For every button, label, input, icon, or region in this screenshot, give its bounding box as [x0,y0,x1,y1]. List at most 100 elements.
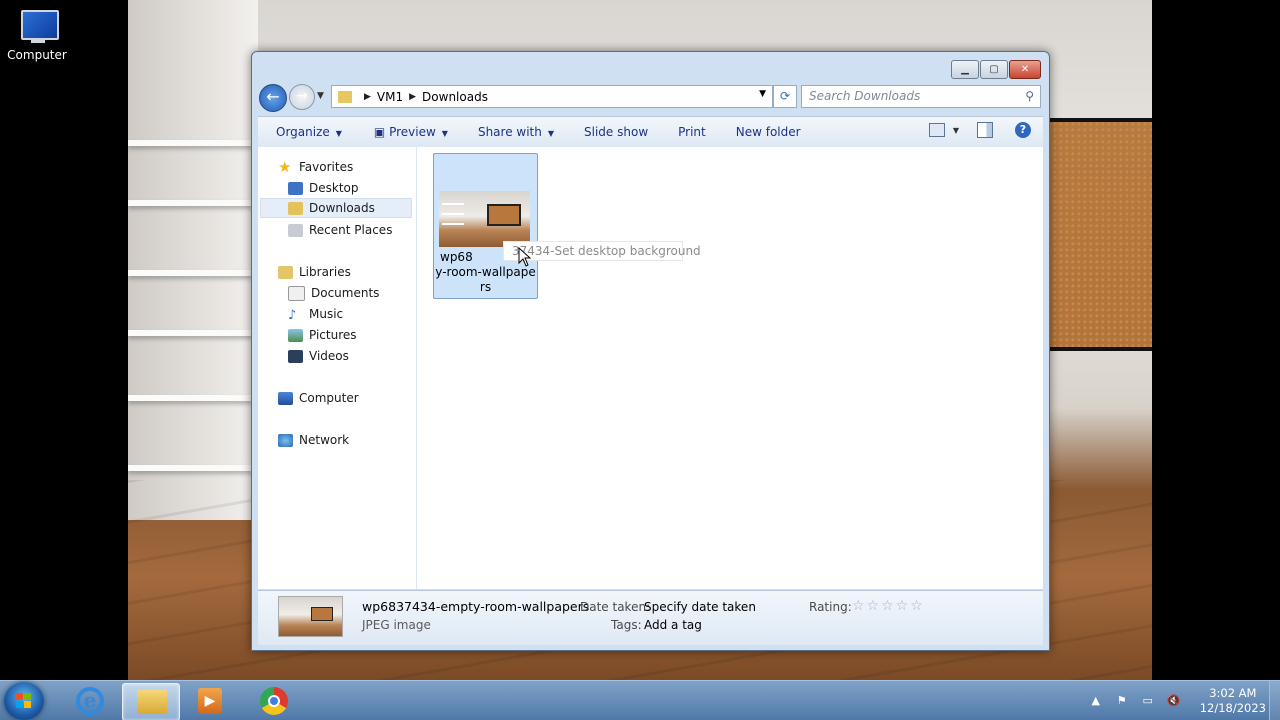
clock-date: 12/18/2023 [1199,701,1266,715]
forward-button[interactable]: → [289,84,315,110]
downloads-folder-icon [288,201,303,215]
image-icon: ▣ [373,125,390,139]
taskbar-chrome[interactable] [246,683,302,719]
print-button[interactable]: Print [678,125,706,139]
nav-favorites[interactable]: ★ Favorites [278,157,353,177]
clock[interactable]: 3:02 AM 12/18/2023 [1200,686,1266,716]
taskbar-internet-explorer[interactable]: e [62,683,118,719]
title-bar[interactable]: ▁ ▢ ✕ [252,52,1049,88]
libraries-icon [278,265,293,279]
navigation-pane: ★ Favorites Desktop Downloads Recent Plac… [258,147,417,589]
rating-label: Rating: [809,600,852,614]
explorer-window: ▁ ▢ ✕ ← → ▼ ▶ VM1 ▶ Downloads ▼ ⟳ Search… [251,51,1050,651]
show-hidden-icons-icon[interactable]: ▲ [1088,693,1104,709]
folder-icon [338,90,352,103]
clock-time: 3:02 AM [1209,686,1257,700]
details-pane: wp6837434-empty-room-wallpapers JPEG ima… [258,590,1043,645]
breadcrumb-vm1[interactable]: VM1 [377,90,403,104]
navigation-row: ← → ▼ ▶ VM1 ▶ Downloads ▼ ⟳ Search Downl… [258,84,1043,112]
system-tray: ▲ ⚑ ▭ 🔇 3:02 AM 12/18/2023 [1088,681,1270,720]
file-list[interactable]: wp68 y-room-wallpape rs 37434-Set deskto… [417,147,1043,589]
nav-libraries[interactable]: Libraries [278,262,351,282]
mouse-cursor-icon [518,247,532,267]
desktop-computer-label: Computer [7,48,67,62]
start-button[interactable] [4,682,44,720]
tags-label: Tags: [611,618,642,632]
preview-button[interactable]: ▣ Preview ▼ [374,125,448,139]
nav-videos[interactable]: Videos [288,346,349,366]
chrome-icon [260,687,288,715]
back-button[interactable]: ← [259,84,287,112]
nav-network[interactable]: Network [278,430,349,450]
details-file-type: JPEG image [362,618,431,632]
image-thumbnail [439,191,530,247]
action-center-icon[interactable]: ⚑ [1114,693,1130,709]
nav-documents[interactable]: Documents [288,283,379,303]
star-icon: ★ [278,158,292,176]
rating-stars[interactable]: ☆☆☆☆☆ [852,598,925,614]
windows-explorer-icon [137,690,167,714]
search-input[interactable]: Search Downloads ⚲ [801,85,1041,108]
wallpaper-shelf [128,270,253,276]
nav-desktop[interactable]: Desktop [288,178,359,198]
organize-button[interactable]: Organize ▼ [276,125,342,139]
volume-muted-icon[interactable]: 🔇 [1166,693,1182,709]
breadcrumb-downloads[interactable]: Downloads [422,90,488,104]
recent-places-icon [288,223,303,237]
chevron-down-icon: ▼ [335,129,342,138]
computer-icon [15,8,59,44]
command-toolbar: Organize ▼ ▣ Preview ▼ Share with ▼ Slide s… [258,116,1043,147]
breadcrumb-separator-icon[interactable]: ▶ [409,92,416,102]
file-item[interactable]: wp68 y-room-wallpape rs [433,153,538,299]
nav-downloads[interactable]: Downloads [260,198,412,218]
maximize-button[interactable]: ▢ [980,60,1008,79]
minimize-button[interactable]: ▁ [951,60,979,79]
address-dropdown-icon[interactable]: ▼ [759,89,766,99]
recent-pages-dropdown[interactable]: ▼ [317,91,324,101]
nav-pictures[interactable]: Pictures [288,325,357,345]
wallpaper-shelf [128,140,253,146]
show-desktop-button[interactable] [1269,681,1280,720]
refresh-button[interactable]: ⟳ [773,85,797,108]
wallpaper-shelf-wall [128,0,258,520]
network-icon [278,433,293,447]
chevron-down-icon[interactable]: ▼ [953,126,959,135]
change-view-icon[interactable] [928,123,945,137]
nav-music[interactable]: ♪ Music [288,304,343,324]
tags-field[interactable]: Add a tag [644,618,702,632]
preview-pane-icon[interactable] [977,122,993,138]
taskbar-windows-explorer[interactable] [122,683,180,720]
nav-recent-places[interactable]: Recent Places [288,220,392,240]
details-file-name: wp6837434-empty-room-wallpapers [362,599,590,614]
wallpaper-corkboard [1043,118,1152,351]
search-placeholder: Search Downloads [809,89,921,103]
chevron-down-icon: ▼ [441,129,448,138]
videos-icon [288,349,303,363]
close-button[interactable]: ✕ [1009,60,1041,79]
details-thumbnail [278,596,343,637]
date-taken-field[interactable]: Specify date taken [644,600,756,614]
new-folder-button[interactable]: New folder [736,125,801,139]
taskbar-media-player[interactable]: ▶ [182,683,238,719]
nav-computer[interactable]: Computer [278,388,359,408]
music-icon: ♪ [288,307,297,323]
chevron-down-icon: ▼ [547,129,555,138]
pictures-icon [288,328,303,342]
search-icon[interactable]: ⚲ [1025,89,1034,103]
wallpaper-shelf [128,330,253,336]
desktop-icon [288,181,303,195]
help-icon[interactable]: ? [1015,122,1031,138]
computer-icon [278,391,293,405]
wallpaper-shelf [128,200,253,206]
address-bar[interactable]: ▶ VM1 ▶ Downloads ▼ [331,85,773,108]
content-area: ★ Favorites Desktop Downloads Recent Plac… [258,147,1043,589]
desktop-computer-shortcut[interactable]: Computer [4,8,70,62]
date-taken-label: Date taken: [580,600,651,614]
share-with-button[interactable]: Share with ▼ [478,125,554,139]
media-player-icon: ▶ [198,688,222,714]
wallpaper-shelf [128,395,253,401]
slide-show-button[interactable]: Slide show [584,125,648,139]
network-status-icon[interactable]: ▭ [1140,693,1156,709]
breadcrumb-separator-icon[interactable]: ▶ [364,92,371,102]
windows-logo-icon [16,693,32,709]
